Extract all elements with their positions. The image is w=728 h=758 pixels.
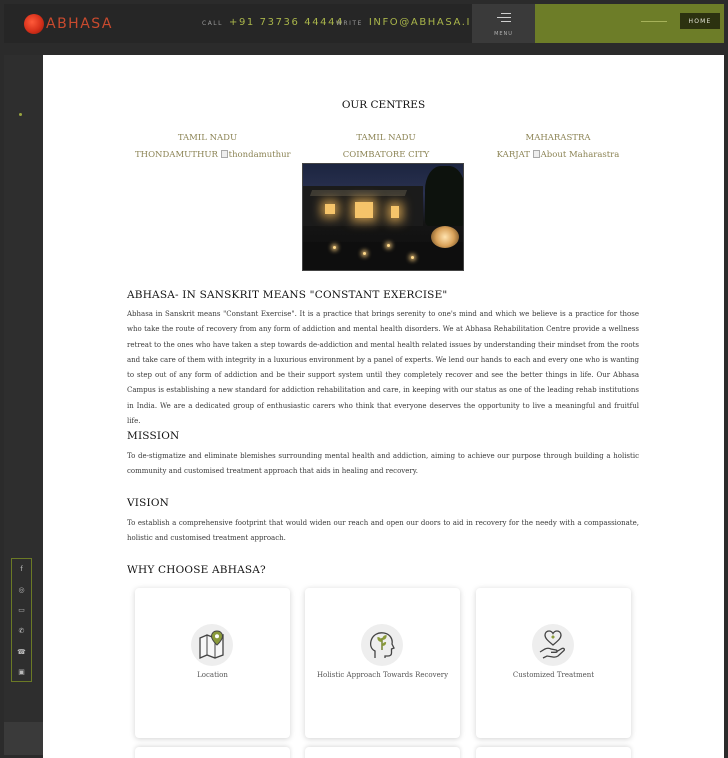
gallery-icon[interactable]: ▣ xyxy=(12,662,31,683)
feature-card-customized[interactable]: Customized Treatment xyxy=(476,588,631,738)
mission-text: To de-stigmatize and eliminate blemishes… xyxy=(127,452,639,476)
write-label: WRITE xyxy=(336,20,363,27)
photo-ground-light xyxy=(387,244,390,247)
centre-city[interactable]: COIMBATORE CITY xyxy=(343,150,430,160)
call-number[interactable]: +91 73736 44444 xyxy=(229,17,344,28)
social-links: f ◎ ▭ ✆ ☎ ▣ xyxy=(11,558,32,682)
feature-card-partial[interactable] xyxy=(305,747,460,758)
facebook-icon[interactable]: f xyxy=(12,559,31,580)
coimbatore-centre-photo[interactable] xyxy=(302,163,464,271)
call-contact[interactable]: CALL +91 73736 44444 xyxy=(202,17,344,28)
centre-karjat[interactable]: MAHARASTRA KARJAT About Maharastra xyxy=(475,130,641,164)
map-pin-icon xyxy=(191,624,233,666)
card-label: Holistic Approach Towards Recovery xyxy=(316,671,449,679)
photo-ground-light xyxy=(363,252,366,255)
mission-heading: MISSION xyxy=(127,430,180,442)
home-button[interactable]: HOME xyxy=(680,13,720,29)
centre-state: TAMIL NADU xyxy=(356,133,416,143)
home-bar: HOME xyxy=(535,4,724,43)
centre-city[interactable]: KARJAT xyxy=(497,150,530,160)
centre-city[interactable]: THONDAMUTHUR xyxy=(135,150,218,160)
why-heading: WHY CHOOSE ABHASA? xyxy=(127,564,266,576)
feature-card-partial[interactable] xyxy=(135,747,290,758)
main-content: OUR CENTRES TAMIL NADU THONDAMUTHUR thon… xyxy=(43,55,724,758)
hand-heart-icon xyxy=(532,624,574,666)
menu-button[interactable]: MENU xyxy=(472,4,535,43)
feature-card-holistic[interactable]: Holistic Approach Towards Recovery xyxy=(305,588,460,738)
phone-icon[interactable]: ☎ xyxy=(12,641,31,662)
email-contact[interactable]: WRITE INFO@ABHASA.IN xyxy=(336,17,480,28)
card-label: Customized Treatment xyxy=(512,671,595,679)
photo-light xyxy=(355,202,373,218)
whatsapp-icon[interactable]: ✆ xyxy=(12,621,31,642)
photo-roof xyxy=(309,190,408,196)
photo-light xyxy=(325,204,335,214)
centres-title: OUR CENTRES xyxy=(341,99,426,111)
card-label: Location xyxy=(197,671,228,679)
broken-image-icon xyxy=(220,150,228,158)
top-header: ABHASA CALL +91 73736 44444 WRITE INFO@A… xyxy=(4,4,724,43)
about-heading: ABHASA- IN SANSKRIT MEANS "CONSTANT EXER… xyxy=(127,289,448,301)
vision-heading: VISION xyxy=(127,497,170,509)
photo-light xyxy=(391,206,399,218)
head-plant-icon xyxy=(361,624,403,666)
rail-indicator-dot xyxy=(19,113,22,116)
image-alt-text: About Maharastra xyxy=(540,150,620,160)
photo-lit-sphere xyxy=(431,226,459,248)
centre-thondamuthur[interactable]: TAMIL NADU THONDAMUTHUR thondamuthur xyxy=(135,130,291,164)
email-address[interactable]: INFO@ABHASA.IN xyxy=(369,17,480,28)
broken-image-icon xyxy=(532,150,540,158)
photo-tree xyxy=(425,166,463,226)
feature-card-partial[interactable] xyxy=(476,747,631,758)
menu-label: MENU xyxy=(494,31,513,37)
feature-card-location[interactable]: Location xyxy=(135,588,290,738)
instagram-icon[interactable]: ◎ xyxy=(12,580,31,601)
left-rail-footer xyxy=(4,722,43,755)
logo-text: ABHASA xyxy=(46,16,114,32)
photo-ground-light xyxy=(411,256,414,259)
logo-sun-icon xyxy=(24,14,44,34)
youtube-icon[interactable]: ▭ xyxy=(12,600,31,621)
photo-ground-light xyxy=(333,246,336,249)
centre-state: MAHARASTRA xyxy=(525,133,591,143)
broken-image-thondamuthur: thondamuthur xyxy=(220,150,291,160)
divider-line xyxy=(641,21,667,22)
call-label: CALL xyxy=(202,20,223,27)
broken-image-maharastra: About Maharastra xyxy=(532,150,620,160)
centre-coimbatore[interactable]: TAMIL NADU COIMBATORE CITY xyxy=(306,130,466,164)
hamburger-icon xyxy=(497,13,511,25)
vision-text: To establish a comprehensive footprint t… xyxy=(127,519,639,543)
about-text: Abhasa in Sanskrit means "Constant Exerc… xyxy=(127,310,639,426)
image-alt-text: thondamuthur xyxy=(228,150,291,160)
logo[interactable]: ABHASA xyxy=(24,14,113,34)
centre-state: TAMIL NADU xyxy=(177,133,238,143)
